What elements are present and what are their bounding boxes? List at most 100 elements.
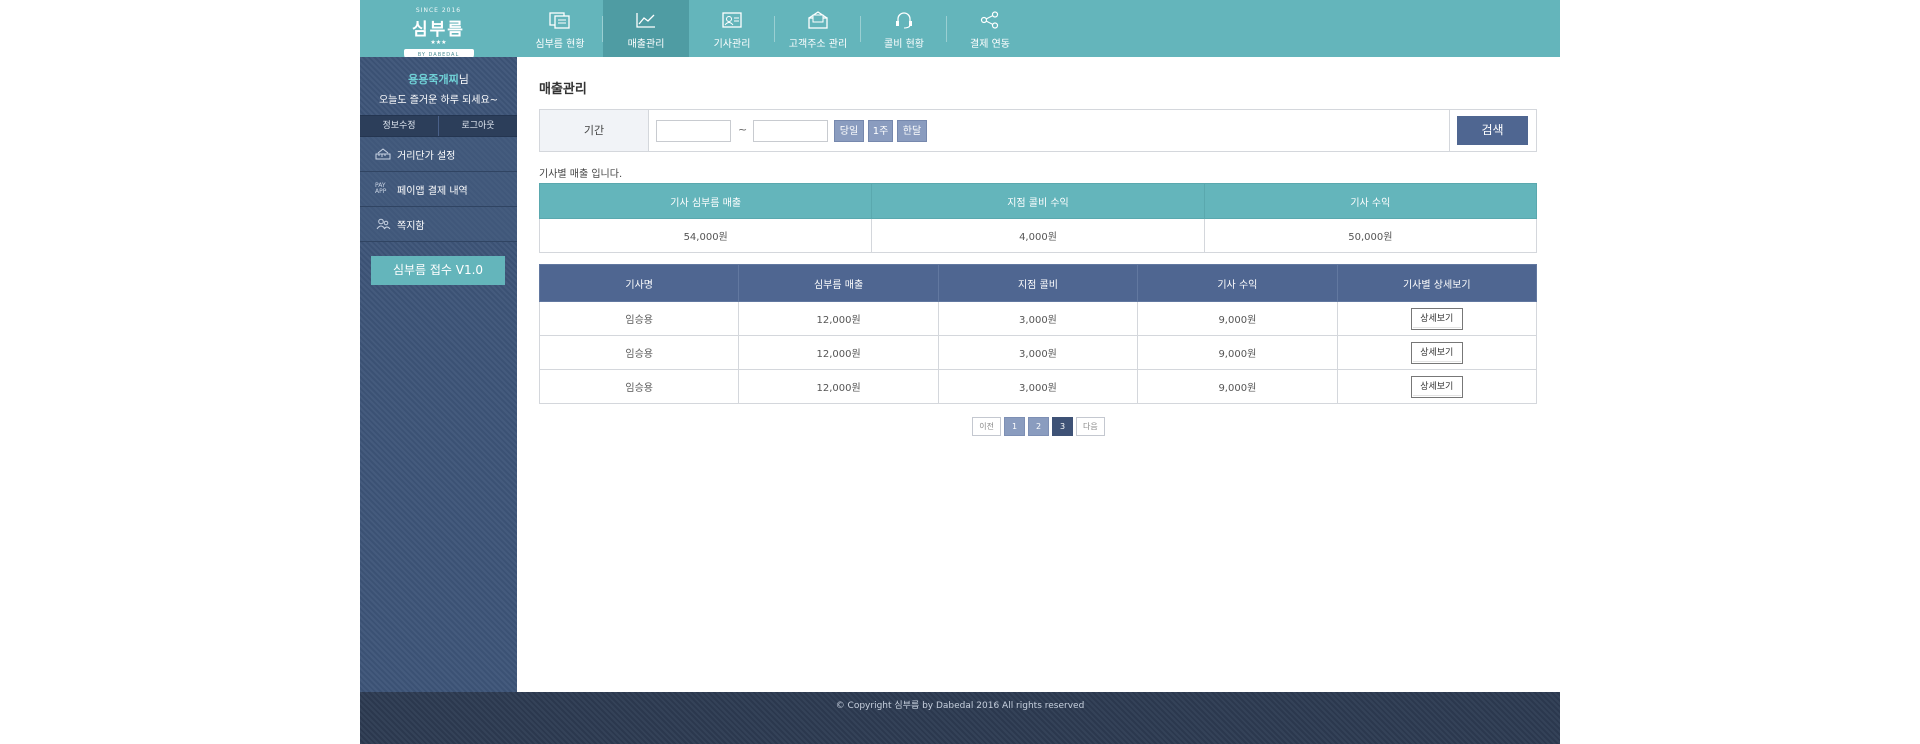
greeting: 오늘도 즐거운 하루 되세요~ — [378, 95, 499, 106]
profit-cell: 9,000원 — [1137, 335, 1338, 370]
sales-cell: 12,000원 — [738, 369, 939, 404]
summary-value-cell: 54,000원 — [538, 218, 873, 253]
sidebar-item-label: 거리단가 설정 — [397, 150, 456, 162]
sales-cell: 12,000원 — [738, 335, 939, 370]
view-detail-button[interactable]: 상세보기 — [1410, 307, 1463, 330]
errand-request-button[interactable]: 심부름 접수 V1.0 — [371, 256, 505, 285]
sidebar-item-messages[interactable]: 쪽지함 — [360, 207, 517, 242]
nav-label: 매출관리 — [627, 39, 665, 50]
summary-value-cell: 50,000원 — [1203, 218, 1538, 253]
view-detail-button[interactable]: 상세보기 — [1410, 341, 1463, 364]
user-panel: 용용죽개찌님 오늘도 즐거운 하루 되세요~ — [360, 57, 517, 115]
nav-item-sales[interactable]: 매출관리 — [603, 0, 689, 57]
summary-header-row: 기사 심부름 매출 지점 콜비 수익 기사 수익 — [538, 183, 1538, 219]
nav-label: 고객주소 관리 — [788, 39, 848, 50]
user-name-line: 용용죽개찌님 — [360, 71, 517, 87]
column-header: 기사 수익 — [1137, 264, 1338, 302]
action-cell: 상세보기 — [1336, 301, 1538, 336]
driver-name-cell: 임승용 — [538, 335, 740, 370]
period-search-bar: 기간 ~ 당일 1주 한달 검색 — [539, 109, 1537, 152]
page-button[interactable]: 2 — [1028, 417, 1049, 436]
nav-label: 심부름 현황 — [535, 39, 585, 50]
search-divider — [1449, 110, 1450, 151]
main-content: 매출관리 기간 ~ 당일 1주 한달 검색 기사별 매출 입니다. 기사 심부름… — [517, 57, 1560, 692]
logo-since: SINCE 2016 — [415, 7, 462, 14]
summary-header-cell: 기사 심부름 매출 — [538, 183, 873, 219]
today-button[interactable]: 당일 — [834, 120, 864, 142]
summary-header-cell: 지점 콜비 수익 — [871, 183, 1205, 219]
start-date-input[interactable] — [656, 120, 731, 142]
sales-summary-table: 기사 심부름 매출 지점 콜비 수익 기사 수익 54,000원 4,000원 … — [538, 183, 1538, 253]
driver-name-cell: 임승용 — [538, 369, 740, 404]
one-month-button[interactable]: 한달 — [897, 120, 927, 142]
sidebar-item-payapp-history[interactable]: PAY APP 페이앱 결제 내역 — [360, 172, 517, 207]
app-frame: SINCE 2016 심부름 ★★★ BY DABEDAL 심부름 현황 매출관… — [360, 0, 1560, 744]
logo-stars: ★★★ — [430, 39, 447, 46]
summary-header-cell: 기사 수익 — [1203, 183, 1538, 219]
people-icon — [376, 218, 391, 230]
driver-sales-table: 기사명 심부름 매출 지점 콜비 기사 수익 기사별 상세보기 임승용 12,0… — [538, 264, 1538, 404]
page-title: 매출관리 — [539, 82, 587, 97]
column-header: 지점 콜비 — [937, 264, 1139, 302]
search-button[interactable]: 검색 — [1457, 116, 1528, 145]
current-page-button[interactable]: 3 — [1052, 417, 1073, 436]
nav-item-customer-address[interactable]: 고객주소 관리 — [775, 0, 861, 57]
range-separator: ~ — [738, 123, 748, 136]
logout-link[interactable]: 로그아웃 — [439, 116, 517, 136]
summary-value-row: 54,000원 4,000원 50,000원 — [538, 218, 1538, 253]
action-cell: 상세보기 — [1336, 335, 1538, 370]
view-detail-button[interactable]: 상세보기 — [1410, 375, 1463, 398]
nav-item-drivers[interactable]: 기사관리 — [689, 0, 775, 57]
id-card-icon — [722, 12, 742, 28]
nav-label: 기사관리 — [713, 39, 751, 50]
top-navigation: SINCE 2016 심부름 ★★★ BY DABEDAL 심부름 현황 매출관… — [360, 0, 1560, 62]
nav-item-payment-link[interactable]: 결제 연동 — [947, 0, 1033, 57]
brand-logo[interactable]: SINCE 2016 심부름 ★★★ BY DABEDAL — [360, 0, 517, 62]
sidebar-item-label: 페이앱 결제 내역 — [397, 185, 468, 197]
detail-header-row: 기사명 심부름 매출 지점 콜비 기사 수익 기사별 상세보기 — [538, 264, 1538, 302]
main-nav: 심부름 현황 매출관리 기사관리 고객주소 관리 콜비 현황 결제 연동 — [517, 0, 1033, 57]
nav-item-errand-status[interactable]: 심부름 현황 — [517, 0, 603, 57]
page-button[interactable]: 1 — [1004, 417, 1025, 436]
profit-cell: 9,000원 — [1137, 301, 1338, 336]
ruler-icon — [375, 148, 391, 160]
user-name: 용용죽개찌 — [408, 73, 459, 86]
footer: © Copyright 심부름 by Dabedal 2016 All righ… — [360, 692, 1560, 744]
line-chart-icon — [636, 13, 655, 28]
headset-icon — [896, 12, 912, 29]
summary-value-cell: 4,000원 — [871, 218, 1205, 253]
period-label: 기간 — [540, 110, 649, 151]
document-list-icon — [549, 12, 570, 29]
driver-name-cell: 임승용 — [538, 301, 740, 336]
table-row: 임승용 12,000원 3,000원 9,000원 상세보기 — [538, 369, 1538, 404]
nav-item-call-fee[interactable]: 콜비 현황 — [861, 0, 947, 57]
one-week-button[interactable]: 1주 — [868, 120, 893, 142]
payapp-icon: PAY APP — [375, 182, 387, 195]
sidebar-item-distance-price[interactable]: 거리단가 설정 — [360, 137, 517, 172]
call-fee-cell: 3,000원 — [937, 369, 1139, 404]
copyright-text: © Copyright 심부름 by Dabedal 2016 All righ… — [835, 701, 1085, 711]
pagination: 이전 1 2 3 다음 — [517, 417, 1560, 436]
profit-cell: 9,000원 — [1137, 369, 1338, 404]
nav-label: 콜비 현황 — [884, 39, 924, 50]
action-cell: 상세보기 — [1336, 369, 1538, 404]
table-description: 기사별 매출 입니다. — [539, 169, 623, 180]
account-links: 정보수정 로그아웃 — [360, 115, 517, 137]
column-header: 심부름 매출 — [738, 264, 939, 302]
edit-info-link[interactable]: 정보수정 — [360, 116, 439, 136]
logo-name: 심부름 — [412, 20, 465, 40]
mail-open-icon — [808, 11, 828, 29]
share-icon — [980, 11, 999, 29]
user-suffix: 님 — [458, 73, 469, 86]
call-fee-cell: 3,000원 — [937, 301, 1139, 336]
call-fee-cell: 3,000원 — [937, 335, 1139, 370]
sidebar: 용용죽개찌님 오늘도 즐거운 하루 되세요~ 정보수정 로그아웃 거리단가 설정… — [360, 57, 517, 692]
column-header: 기사별 상세보기 — [1336, 264, 1538, 302]
table-row: 임승용 12,000원 3,000원 9,000원 상세보기 — [538, 335, 1538, 370]
end-date-input[interactable] — [753, 120, 828, 142]
sales-cell: 12,000원 — [738, 301, 939, 336]
prev-page-button[interactable]: 이전 — [972, 417, 1001, 436]
column-header: 기사명 — [538, 264, 740, 302]
sidebar-item-label: 쪽지함 — [397, 220, 425, 232]
next-page-button[interactable]: 다음 — [1076, 417, 1105, 436]
